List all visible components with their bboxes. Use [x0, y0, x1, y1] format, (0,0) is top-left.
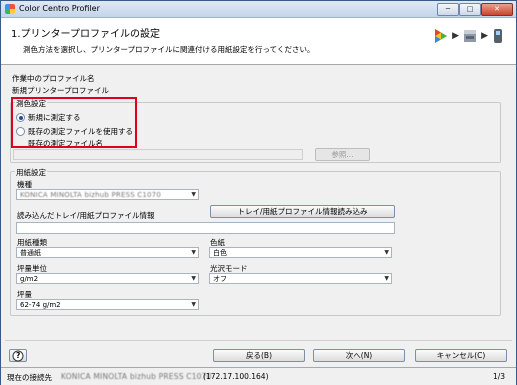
help-button[interactable]: ? — [9, 349, 27, 362]
page-title: 1.プリンタープロファイルの設定 — [11, 29, 160, 40]
window-title: Color Centro Profiler — [19, 4, 100, 13]
connection-address: (172.17.100.164) — [203, 372, 269, 381]
minimize-button[interactable]: ─ — [437, 3, 459, 16]
app-window: Color Centro Profiler ─ □ ✕ 1.プリンタープロファイ… — [0, 0, 517, 385]
weight-unit-select[interactable]: g/m2 ▼ — [16, 273, 199, 284]
arrow-right-icon: ▶ — [481, 31, 488, 41]
page-indicator: 1/3 — [493, 372, 506, 381]
loaded-profile-field[interactable] — [16, 222, 395, 234]
model-select[interactable]: KONICA MINOLTA bizhub PRESS C1070 ▼ — [16, 189, 199, 200]
title-bar: Color Centro Profiler ─ □ ✕ — [1, 1, 516, 18]
maximize-button[interactable]: □ — [459, 3, 481, 16]
paper-settings-group: 用紙設定 機種 KONICA MINOLTA bizhub PRESS C107… — [10, 167, 501, 316]
footer-divider — [5, 340, 512, 341]
chevron-down-icon: ▼ — [384, 249, 389, 256]
measure-device-icon — [494, 29, 502, 43]
profile-name-label: 作業中のプロファイル名 — [12, 74, 95, 83]
cancel-button[interactable]: キャンセル(C) — [415, 349, 507, 362]
weight-unit-value: g/m2 — [20, 275, 39, 283]
highlight-box — [11, 97, 137, 148]
paper-type-select[interactable]: 普通紙 ▼ — [16, 247, 199, 258]
step-icons: ▶ ▶ — [432, 25, 508, 47]
next-button[interactable]: 次へ(N) — [313, 349, 405, 362]
weight-select[interactable]: 62-74 g/m2 ▼ — [16, 299, 199, 310]
help-label: ? — [16, 351, 21, 360]
chevron-down-icon: ▼ — [191, 191, 196, 198]
paper-color-value: 白色 — [213, 249, 227, 257]
profile-name-value: 新規プリンタープロファイル — [12, 86, 110, 95]
status-bar: 現在の接続先 KONICA MINOLTA bizhub PRESS C1070… — [1, 367, 516, 385]
weight-value: 62-74 g/m2 — [20, 301, 61, 309]
chevron-down-icon: ▼ — [191, 249, 196, 256]
connection-device: KONICA MINOLTA bizhub PRESS C1070 — [61, 372, 212, 381]
page-description: 測色方法を選択し、プリンタープロファイルに関連付ける用紙設定を行ってください。 — [23, 45, 315, 54]
back-button[interactable]: 戻る(B) — [213, 349, 305, 362]
chevron-down-icon: ▼ — [191, 301, 196, 308]
paper-settings-title: 用紙設定 — [15, 167, 47, 178]
browse-button[interactable]: 参照... — [315, 148, 370, 161]
close-button[interactable]: ✕ — [481, 3, 513, 16]
app-icon — [5, 4, 15, 14]
color-cycle-icon — [435, 29, 448, 43]
load-tray-profile-button[interactable]: トレイ/用紙プロファイル情報読み込み — [210, 205, 395, 218]
gloss-mode-value: オフ — [213, 275, 227, 283]
paper-color-select[interactable]: 白色 ▼ — [209, 247, 392, 258]
existing-file-field[interactable] — [13, 149, 303, 160]
chevron-down-icon: ▼ — [384, 275, 389, 282]
connection-label: 現在の接続先 — [7, 373, 52, 382]
chevron-down-icon: ▼ — [191, 275, 196, 282]
printer-icon — [464, 30, 477, 42]
arrow-right-icon: ▶ — [452, 31, 460, 41]
model-select-value: KONICA MINOLTA bizhub PRESS C1070 — [20, 191, 161, 199]
loaded-profile-label: 読み込んだトレイ/用紙プロファイル情報 — [17, 211, 155, 220]
gloss-mode-select[interactable]: オフ ▼ — [209, 273, 392, 284]
paper-type-value: 普通紙 — [20, 249, 41, 257]
step-header: 1.プリンタープロファイルの設定 測色方法を選択し、プリンタープロファイルに関連… — [1, 18, 516, 65]
